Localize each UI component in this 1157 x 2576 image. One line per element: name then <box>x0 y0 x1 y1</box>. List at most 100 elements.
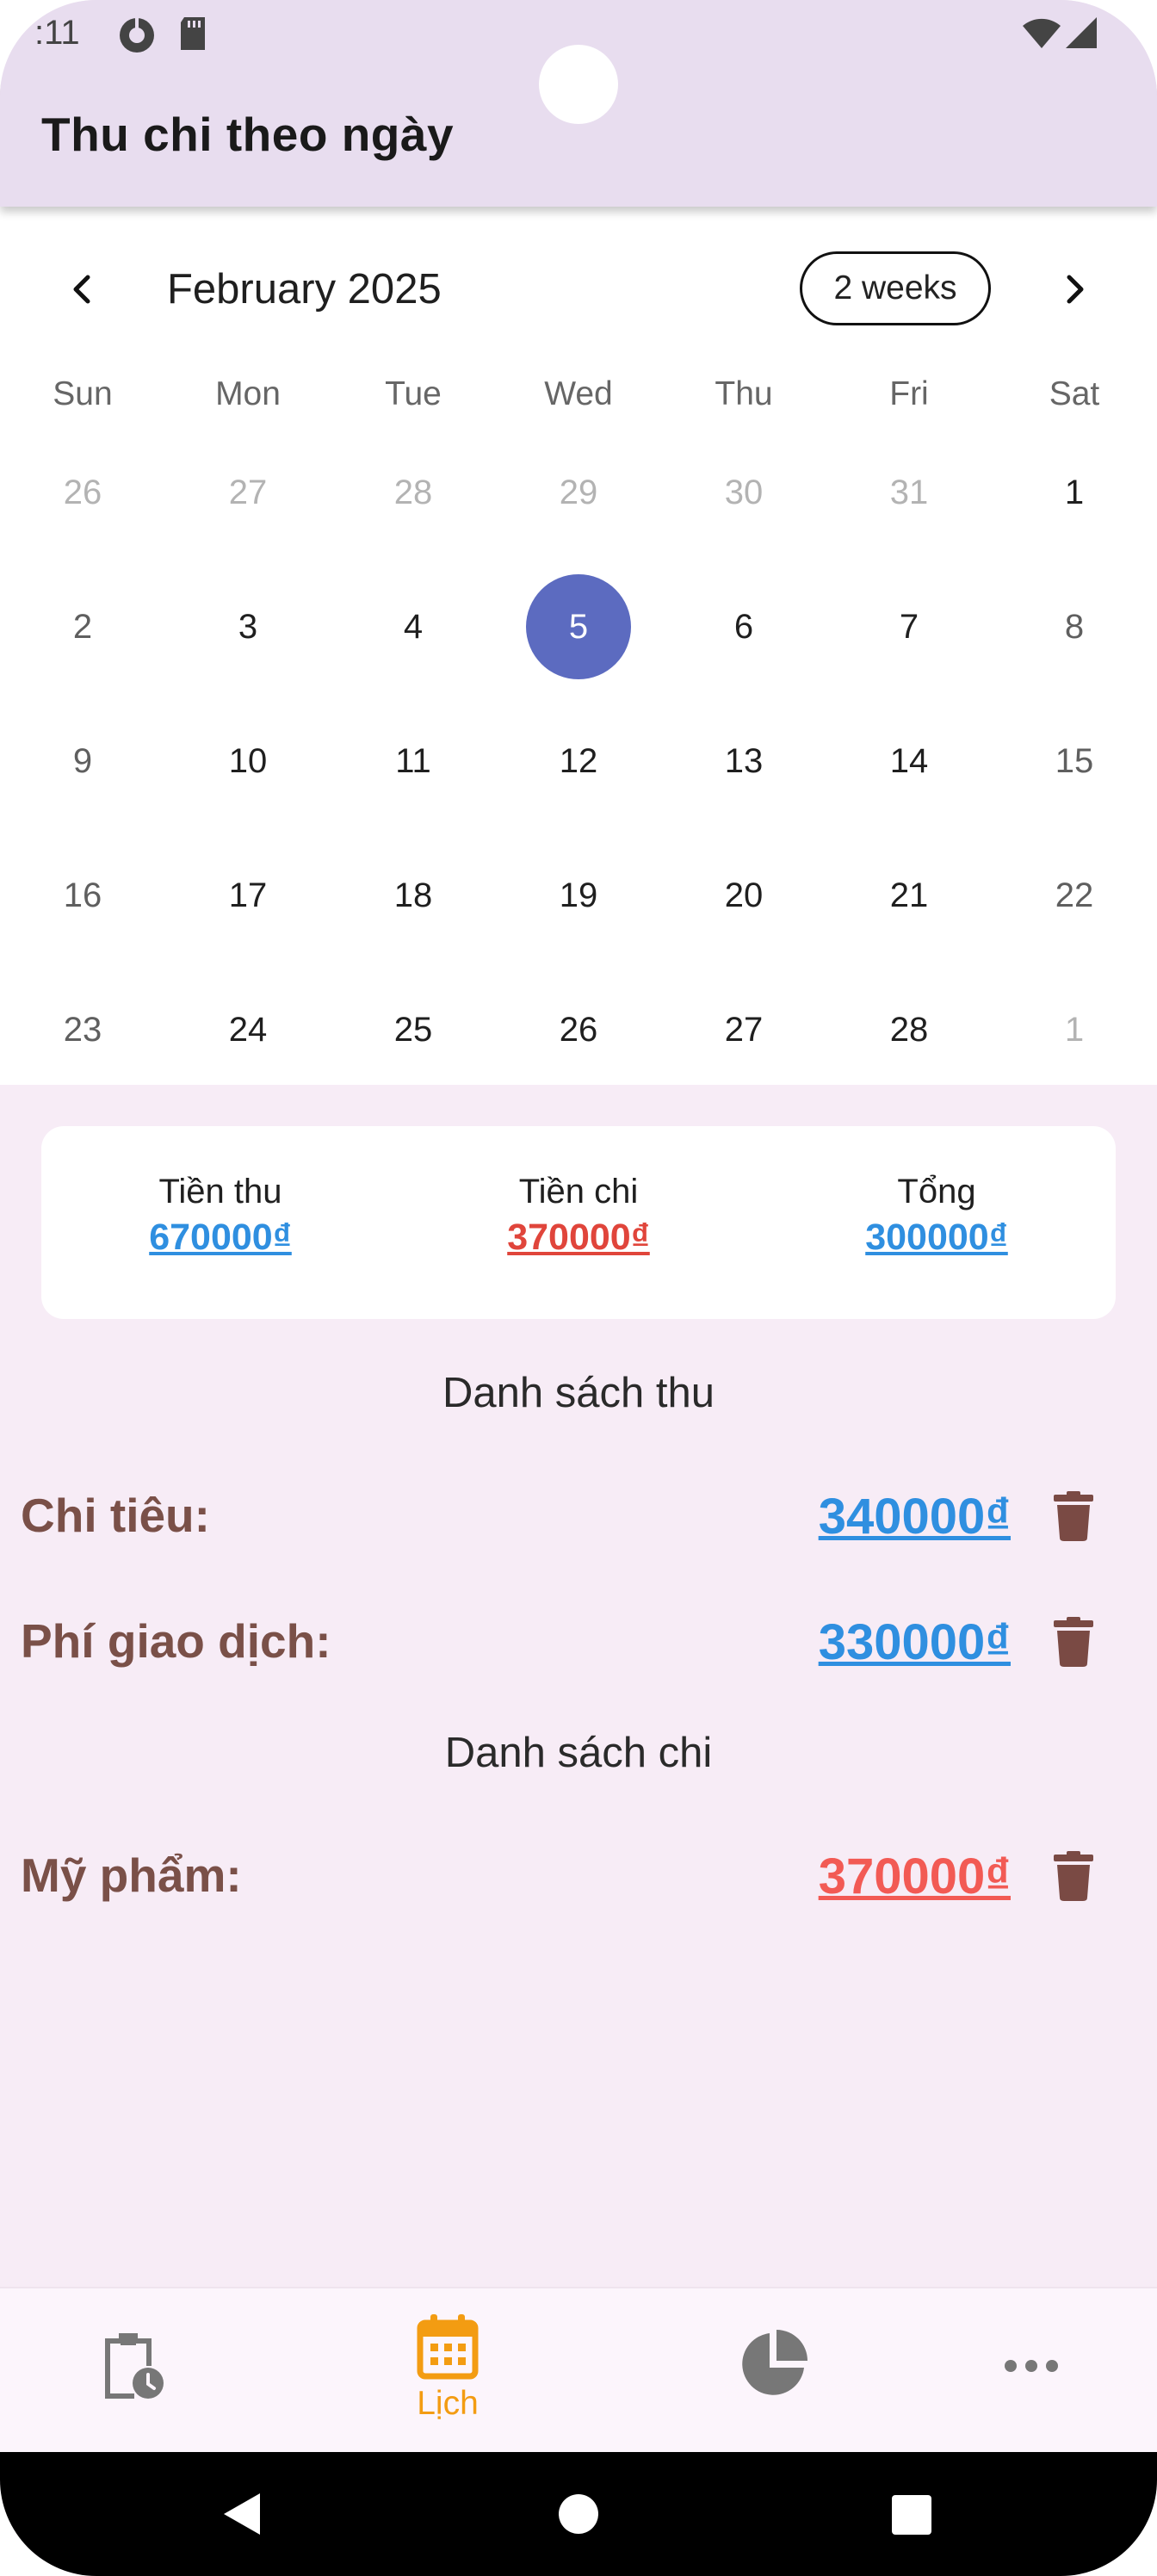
total-label: Tổng <box>897 1173 976 1211</box>
camera-cutout <box>539 45 618 124</box>
income-value: 670000₫ <box>149 1217 292 1258</box>
calendar-day[interactable]: 30 <box>661 425 826 560</box>
calendar-grid: 26 27 28 29 30 31 1 2 3 4 5 6 7 8 9 10 1… <box>0 425 1157 1097</box>
app-bar: :11 Thu chi theo ngày <box>0 0 1157 207</box>
delete-icon[interactable] <box>1052 1617 1095 1667</box>
calendar-day[interactable]: 6 <box>661 560 826 694</box>
calendar-day[interactable]: 10 <box>165 694 331 828</box>
calendar-day[interactable]: 26 <box>496 963 661 1097</box>
calendar-header: February 2025 2 weeks <box>0 248 1157 331</box>
more-dots-icon <box>1005 2360 1058 2372</box>
calendar-day[interactable]: 18 <box>331 828 496 963</box>
weekday-label: Thu <box>715 375 773 412</box>
expense-summary: Tiền chi 370000₫ <box>399 1126 758 1319</box>
nav-calendar[interactable]: Lịch <box>379 2288 517 2454</box>
calendar-day[interactable]: 24 <box>165 963 331 1097</box>
income-list-title: Danh sách thu <box>442 1370 715 1416</box>
calendar-day[interactable]: 23 <box>0 963 165 1097</box>
calendar-day[interactable]: 1 <box>992 963 1157 1097</box>
weekday-label: Wed <box>544 375 613 412</box>
weekday-label: Sat <box>1049 375 1100 412</box>
bottom-navigation: Lịch <box>0 2287 1157 2454</box>
calendar-day[interactable]: 14 <box>826 694 992 828</box>
entry-category: Phí giao dịch: <box>21 1614 331 1668</box>
entry-category: Chi tiêu: <box>21 1489 210 1542</box>
nav-calendar-label: Lịch <box>417 2385 479 2422</box>
recents-icon[interactable] <box>892 2495 931 2535</box>
signal-icon <box>1064 15 1098 54</box>
delete-icon[interactable] <box>1052 1851 1095 1901</box>
expense-label: Tiền chi <box>518 1173 639 1211</box>
nav-statistics[interactable] <box>732 2288 814 2454</box>
calendar-day[interactable]: 3 <box>165 560 331 694</box>
calendar-day[interactable]: 19 <box>496 828 661 963</box>
nav-history[interactable] <box>84 2288 181 2454</box>
weekday-label: Tue <box>385 375 442 412</box>
calendar-day[interactable]: 27 <box>165 425 331 560</box>
entry-amount: 340000₫ <box>818 1489 1011 1545</box>
calendar-day[interactable]: 4 <box>331 560 496 694</box>
nav-more[interactable] <box>990 2288 1073 2454</box>
calendar-day[interactable]: 20 <box>661 828 826 963</box>
calendar-day-selected[interactable]: 5 <box>496 560 661 694</box>
calendar-week: 9 10 11 12 13 14 15 <box>0 694 1157 828</box>
calendar-day[interactable]: 1 <box>992 425 1157 560</box>
calendar-week: 16 17 18 19 20 21 22 <box>0 828 1157 963</box>
summary-card: Tiền thu 670000₫ Tiền chi 370000₫ Tổng 3… <box>41 1126 1116 1319</box>
clipboard-clock-icon <box>105 2333 164 2399</box>
home-icon[interactable] <box>558 2493 599 2535</box>
calendar-day[interactable]: 28 <box>826 963 992 1097</box>
weekday-header: Sun Mon Tue Wed Thu Fri Sat <box>0 375 1157 427</box>
calendar-week: 23 24 25 26 27 28 1 <box>0 963 1157 1097</box>
total-summary: Tổng 300000₫ <box>758 1126 1116 1319</box>
calendar-week: 26 27 28 29 30 31 1 <box>0 425 1157 560</box>
calendar-day[interactable]: 29 <box>496 425 661 560</box>
calendar-icon <box>417 2314 479 2380</box>
entry-amount: 370000₫ <box>818 1848 1011 1904</box>
calendar-day[interactable]: 11 <box>331 694 496 828</box>
income-summary: Tiền thu 670000₫ <box>41 1126 399 1319</box>
page-title: Thu chi theo ngày <box>41 108 455 161</box>
system-navigation-bar <box>0 2452 1157 2576</box>
calendar-day[interactable]: 15 <box>992 694 1157 828</box>
format-toggle-button[interactable]: 2 weeks <box>800 251 991 325</box>
calendar-day[interactable]: 16 <box>0 828 165 963</box>
calendar-day[interactable]: 27 <box>661 963 826 1097</box>
income-label: Tiền thu <box>158 1173 282 1211</box>
calendar-day[interactable]: 2 <box>0 560 165 694</box>
delete-icon[interactable] <box>1052 1491 1095 1541</box>
total-value: 300000₫ <box>865 1217 1008 1258</box>
back-icon[interactable] <box>220 2492 262 2536</box>
calendar-day[interactable]: 13 <box>661 694 826 828</box>
chevron-right-icon <box>1067 275 1084 304</box>
expense-list-title: Danh sách chi <box>444 1730 713 1776</box>
calendar-day[interactable]: 25 <box>331 963 496 1097</box>
expense-value: 370000₫ <box>507 1217 650 1258</box>
phone-screen: :11 Thu chi theo ngày February 2025 2 we… <box>0 0 1157 2576</box>
entry-amount: 330000₫ <box>818 1614 1011 1670</box>
calendar-day[interactable]: 31 <box>826 425 992 560</box>
selected-day-label: 5 <box>568 607 589 646</box>
calendar-day[interactable]: 12 <box>496 694 661 828</box>
month-title: February 2025 <box>167 266 442 313</box>
next-month-button[interactable] <box>1033 248 1116 331</box>
calendar-day[interactable]: 28 <box>331 425 496 560</box>
calendar: February 2025 2 weeks Sun Mon Tue Wed Th… <box>0 207 1157 1085</box>
previous-month-button[interactable] <box>41 248 124 331</box>
income-entry: Chi tiêu: 340000₫ <box>0 1469 1157 1555</box>
data-saver-icon <box>117 15 157 59</box>
calendar-day[interactable]: 8 <box>992 560 1157 694</box>
weekday-label: Mon <box>215 375 281 412</box>
status-time: :11 <box>34 14 80 52</box>
pie-chart-icon <box>742 2330 807 2395</box>
calendar-day[interactable]: 17 <box>165 828 331 963</box>
sd-card-icon <box>177 15 208 56</box>
calendar-day[interactable]: 22 <box>992 828 1157 963</box>
income-entry: Phí giao dịch: 330000₫ <box>0 1595 1157 1681</box>
chevron-left-icon <box>73 275 90 304</box>
calendar-day[interactable]: 7 <box>826 560 992 694</box>
calendar-day[interactable]: 21 <box>826 828 992 963</box>
calendar-day[interactable]: 26 <box>0 425 165 560</box>
calendar-day[interactable]: 9 <box>0 694 165 828</box>
weekday-label: Fri <box>889 375 929 412</box>
